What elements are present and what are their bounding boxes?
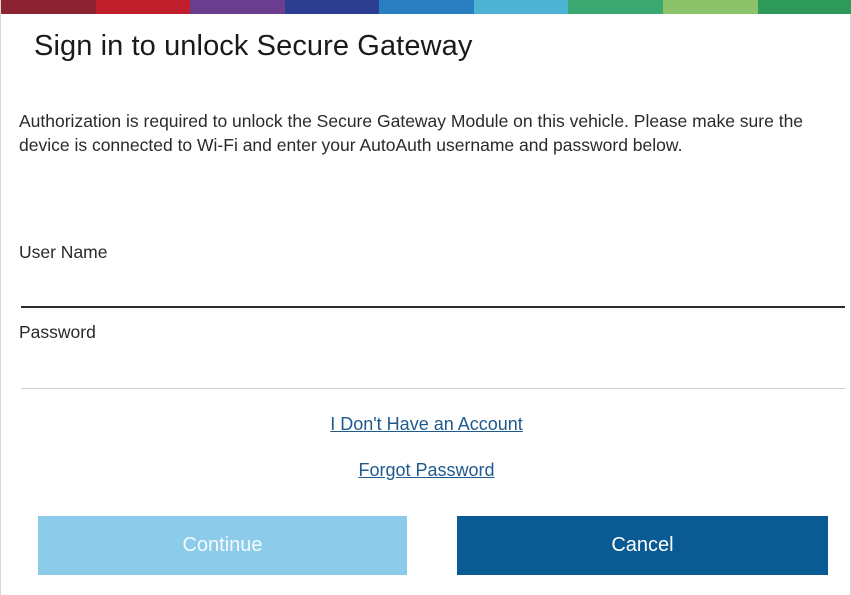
stripe-segment [190, 0, 285, 14]
stripe-segment [473, 0, 569, 14]
continue-button[interactable]: Continue [38, 516, 407, 575]
stripe-segment [568, 0, 663, 14]
stripe-segment [95, 0, 191, 14]
forgot-password-link[interactable]: Forgot Password [358, 460, 494, 480]
stripe-segment [662, 0, 758, 14]
dialog-title: Sign in to unlock Secure Gateway [34, 30, 473, 62]
top-color-stripe [1, 0, 851, 14]
stripe-segment [757, 0, 851, 14]
cancel-button[interactable]: Cancel [457, 516, 828, 575]
password-input[interactable] [21, 354, 845, 389]
username-label: User Name [19, 242, 108, 262]
forgot-password-link-row: Forgot Password [1, 460, 851, 481]
stripe-segment [379, 0, 474, 14]
stripe-segment [284, 0, 380, 14]
username-input[interactable] [21, 272, 845, 308]
dialog-description: Authorization is required to unlock the … [19, 111, 804, 155]
sign-in-dialog: Sign in to unlock Secure Gateway Authori… [0, 0, 851, 595]
stripe-segment [1, 0, 96, 14]
password-label: Password [19, 322, 96, 342]
no-account-link[interactable]: I Don't Have an Account [330, 414, 523, 434]
no-account-link-row: I Don't Have an Account [1, 414, 851, 435]
